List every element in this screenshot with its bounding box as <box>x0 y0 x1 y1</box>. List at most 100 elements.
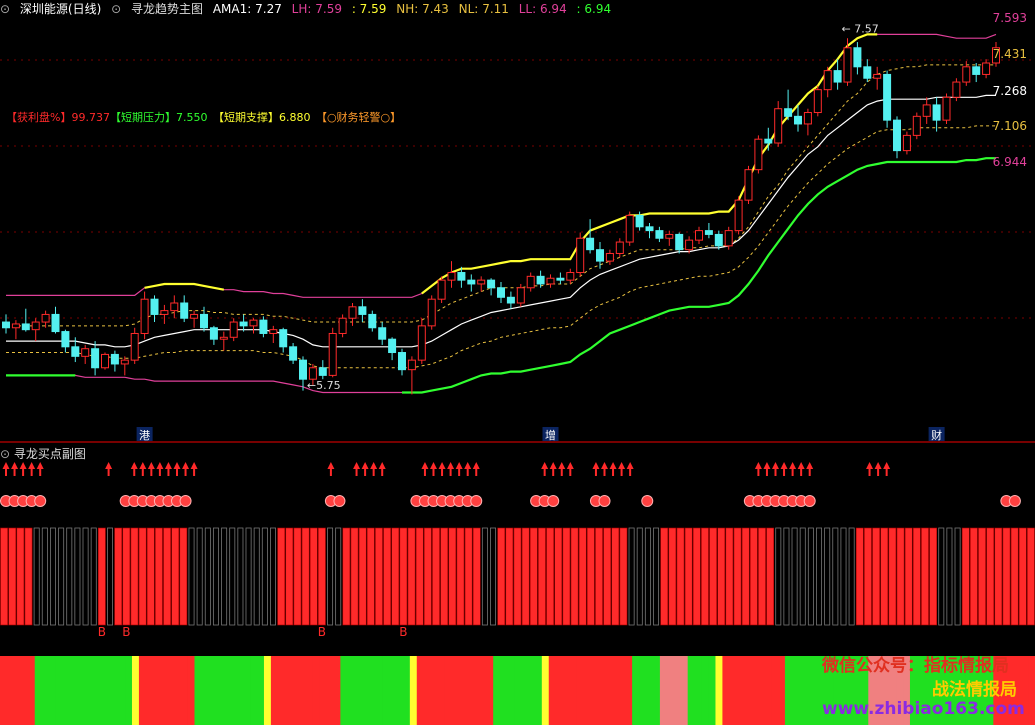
candle-body <box>645 226 654 232</box>
state-bar <box>611 527 620 626</box>
axis-label: 7.431 <box>993 47 1027 61</box>
nl-label: NL: <box>458 2 479 16</box>
strip-cell <box>576 656 584 725</box>
buy-arrow <box>763 462 771 476</box>
buy-arrow <box>2 462 10 476</box>
strip-cell <box>701 656 709 725</box>
strip-cell <box>514 656 522 725</box>
state-bar <box>709 527 717 626</box>
state-bar <box>636 527 643 626</box>
state-bar <box>366 527 375 626</box>
state-bar <box>415 527 424 626</box>
candle-body <box>952 81 961 98</box>
buy-arrow <box>430 462 437 476</box>
buy-arrow <box>190 462 198 476</box>
state-bar <box>490 527 497 626</box>
strip-cell <box>347 656 355 725</box>
val2: : 7.59 <box>351 2 387 16</box>
strip-cell <box>284 656 293 725</box>
state-bar <box>668 527 677 626</box>
candle-body <box>358 306 367 315</box>
candle-body <box>328 332 337 376</box>
buy-arrow <box>421 462 429 476</box>
state-bar <box>912 527 921 626</box>
state-bar <box>97 527 106 626</box>
state-bar <box>1018 527 1027 626</box>
indicator-name: 寻龙趋势主图 <box>131 2 204 16</box>
strip-cell <box>555 656 564 725</box>
state-bar <box>1027 527 1035 626</box>
state-bar <box>229 527 236 626</box>
buy-arrow <box>438 462 446 476</box>
strip-cell <box>812 656 821 725</box>
state-bar <box>342 527 351 626</box>
candle-body <box>813 89 822 114</box>
ll-value: 6.94 <box>539 2 567 16</box>
state-bar <box>221 527 228 626</box>
candle-body <box>655 230 664 239</box>
state-bar <box>407 527 416 626</box>
signal-ball <box>598 495 611 507</box>
state-bar <box>204 527 211 626</box>
candle-body <box>596 249 604 262</box>
state-bar <box>481 527 488 626</box>
state-bar <box>733 527 742 626</box>
candle-body <box>249 319 258 327</box>
strip-cell <box>312 656 320 725</box>
state-bar <box>399 527 408 626</box>
state-bar <box>82 527 89 626</box>
strip-cell <box>437 656 445 725</box>
candle-body <box>922 104 931 117</box>
price-annotation: ← 7.57 <box>842 23 879 36</box>
collapse-icon[interactable]: ⊙ <box>111 2 121 16</box>
strip-cell <box>562 656 570 725</box>
event-marker: 港 <box>139 429 150 442</box>
strip-cell <box>791 656 800 725</box>
buy-arrow <box>780 462 788 476</box>
state-bar <box>701 527 709 626</box>
candle-body <box>457 272 466 281</box>
strip-cell <box>90 656 98 725</box>
state-bar <box>277 527 286 626</box>
candle-body <box>120 359 129 365</box>
state-bar <box>293 527 302 626</box>
buy-arrow <box>361 462 369 476</box>
candle-body <box>31 321 40 331</box>
strip-cell <box>270 656 279 725</box>
candle-body <box>863 66 872 79</box>
collapse-icon[interactable]: ⊙ <box>0 447 10 461</box>
state-bar <box>114 527 123 626</box>
state-bar <box>521 527 530 626</box>
strip-cell <box>215 656 223 725</box>
state-bar <box>270 527 276 626</box>
strip-cell <box>541 656 550 725</box>
candle-body <box>873 73 882 79</box>
nh-value: 7.43 <box>422 2 449 16</box>
state-bar <box>66 527 73 626</box>
strip-cell <box>402 656 411 725</box>
candle-body <box>170 302 179 312</box>
state-bar <box>505 527 514 626</box>
state-bar <box>74 527 81 626</box>
candle-body <box>318 367 327 376</box>
state-bar <box>440 527 449 626</box>
candle-body <box>714 233 723 247</box>
candle-body <box>477 279 486 285</box>
strip-cell <box>229 656 237 725</box>
state-bar <box>848 527 855 626</box>
strip-cell <box>145 656 154 725</box>
buy-arrow <box>464 462 472 476</box>
candle-body <box>388 338 397 354</box>
state-bar <box>970 527 978 626</box>
candle-body <box>734 199 743 232</box>
axis-label: 7.106 <box>993 119 1027 133</box>
strip-cell <box>159 656 168 725</box>
strip-cell <box>118 656 126 725</box>
buy-arrow <box>609 462 617 476</box>
buy-arrow <box>549 462 557 476</box>
strip-cell <box>777 656 786 725</box>
collapse-icon[interactable]: ⊙ <box>0 2 10 16</box>
state-bar <box>717 527 726 626</box>
state-bar <box>986 527 995 626</box>
state-bar <box>41 527 48 626</box>
